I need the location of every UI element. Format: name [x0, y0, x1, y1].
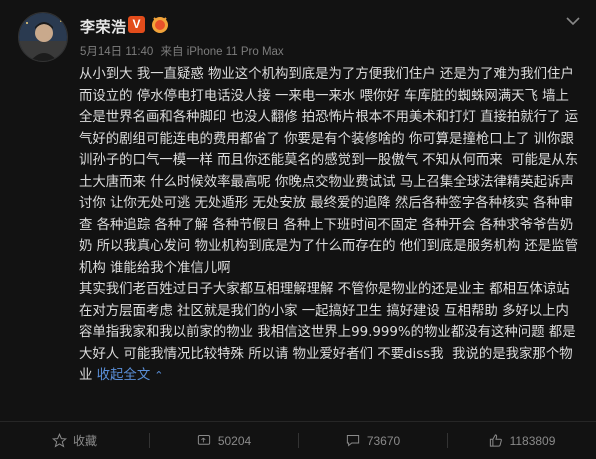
like-icon	[489, 434, 502, 447]
repost-count: 50204	[217, 433, 252, 448]
post-meta: 5月14日 11:40 来自 iPhone 11 Pro Max	[80, 43, 288, 59]
comment-button[interactable]: 73670	[298, 422, 447, 459]
post-date: 5月14日 11:40	[80, 46, 154, 58]
post-body: 从小到大 我一直疑惑 物业这个机构到底是为了方便我们住户 还是为了难为我们住户而…	[79, 64, 579, 387]
post-source: 来自 iPhone 11 Pro Max	[160, 46, 284, 58]
author-name[interactable]: 李荣浩	[80, 16, 127, 37]
verified-badge: V	[128, 16, 145, 33]
star-icon	[51, 433, 67, 448]
weibo-post-card: 李荣浩 V 5月14日 11:40 来自 iPhone 11 Pro Max 从…	[0, 0, 596, 459]
post-text: 从小到大 我一直疑惑 物业这个机构到底是为了方便我们住户 还是为了难为我们住户而…	[79, 67, 579, 383]
vip-level-icon	[150, 15, 170, 34]
favorite-button[interactable]: 收藏	[0, 422, 149, 459]
author-avatar[interactable]	[18, 12, 68, 62]
repost-button[interactable]: 50204	[149, 422, 298, 459]
favorite-label: 收藏	[72, 434, 97, 448]
chevron-up-icon[interactable]: ⌃	[154, 369, 163, 382]
like-button[interactable]: 1183809	[447, 422, 596, 459]
repost-icon	[197, 435, 210, 445]
action-bar: 收藏 50204 73670 1183809	[0, 422, 596, 459]
comment-count: 73670	[366, 433, 401, 448]
chevron-down-icon[interactable]	[564, 12, 582, 30]
like-count: 1183809	[509, 433, 556, 448]
collapse-full-text-link[interactable]: 收起全文	[97, 368, 151, 383]
comment-icon	[346, 435, 359, 447]
